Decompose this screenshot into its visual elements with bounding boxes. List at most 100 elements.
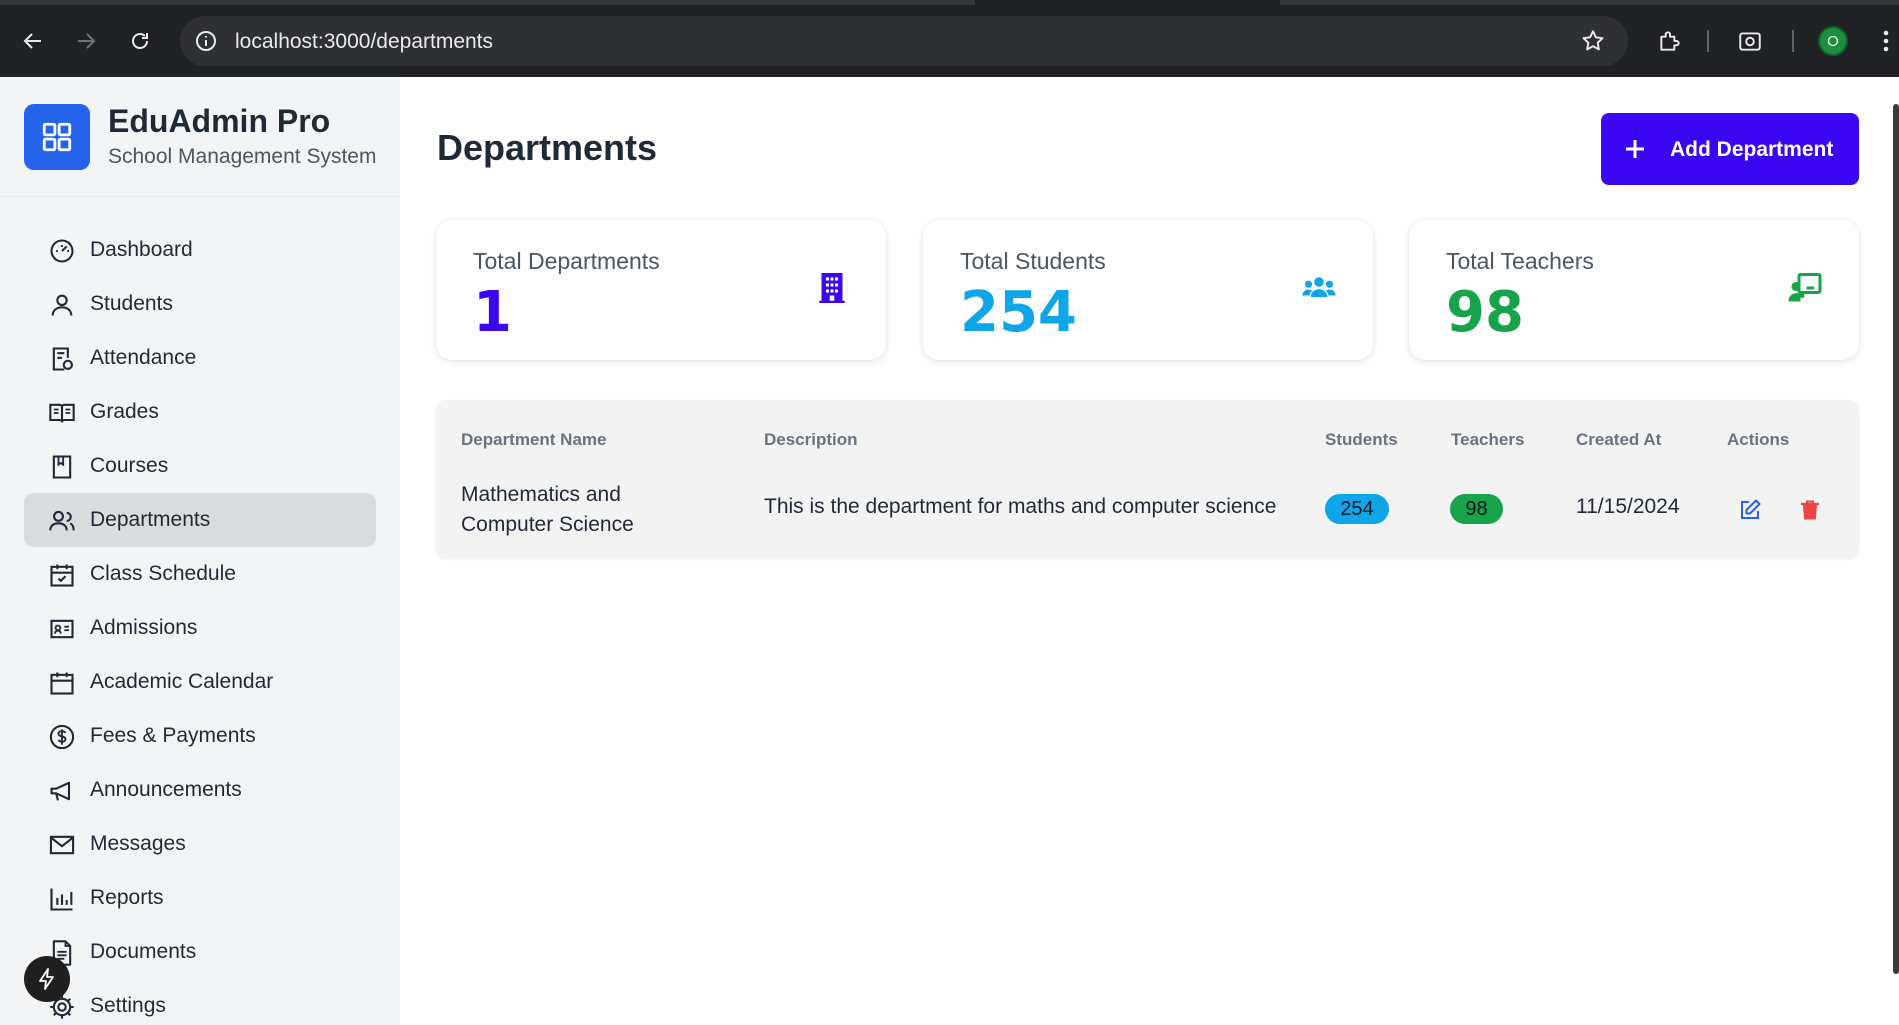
url-path: :3000/departments bbox=[317, 30, 494, 53]
arrow-left-icon bbox=[23, 33, 41, 49]
dollar-icon bbox=[48, 723, 76, 751]
bookmark-icon bbox=[48, 453, 76, 481]
page-scrollbar[interactable] bbox=[1893, 104, 1899, 974]
students-count: 254 bbox=[1340, 497, 1374, 520]
column-header-actions: Actions bbox=[1727, 430, 1790, 449]
teacher-board-icon bbox=[1788, 273, 1822, 302]
group-icon bbox=[1302, 277, 1336, 297]
sidebar-item-announcements[interactable]: Announcements bbox=[24, 763, 376, 817]
plus-icon bbox=[1626, 140, 1644, 158]
sidebar-item-fees-payments[interactable]: Fees & Payments bbox=[24, 709, 376, 763]
toolbar-divider bbox=[1707, 30, 1709, 52]
screenshot-button[interactable] bbox=[1733, 24, 1767, 58]
sidebar-nav: Dashboard Students Attendance Grades Cou… bbox=[24, 223, 376, 1025]
sidebar-item-label: Students bbox=[90, 292, 173, 315]
teachers-count-badge: 98 bbox=[1450, 494, 1503, 524]
sidebar-item-label: Messages bbox=[90, 832, 186, 855]
sidebar-item-settings[interactable]: Settings bbox=[24, 979, 376, 1025]
edit-icon[interactable] bbox=[1738, 498, 1762, 522]
departments-table: Department Name Description Students Tea… bbox=[436, 400, 1859, 558]
department-description: This is the department for maths and com… bbox=[764, 495, 1277, 518]
sidebar-item-label: Settings bbox=[90, 994, 166, 1017]
column-header-students[interactable]: Students bbox=[1325, 430, 1398, 450]
students-count-badge: 254 bbox=[1325, 494, 1389, 524]
stat-value: 98 bbox=[1446, 280, 1524, 345]
sidebar-item-label: Dashboard bbox=[90, 238, 193, 261]
profile-initial: O bbox=[1827, 32, 1839, 50]
active-tab[interactable] bbox=[975, 0, 1280, 5]
puzzle-icon bbox=[1660, 31, 1680, 51]
more-vertical-icon bbox=[1883, 30, 1889, 52]
created-at: 11/15/2024 bbox=[1576, 495, 1680, 518]
sidebar: EduAdmin Pro School Management System Da… bbox=[0, 77, 400, 1025]
sidebar-item-label: Reports bbox=[90, 886, 164, 909]
sidebar-item-courses[interactable]: Courses bbox=[24, 439, 376, 493]
sidebar-item-label: Grades bbox=[90, 400, 159, 423]
reload-icon bbox=[132, 33, 148, 49]
stat-card-students: Total Students 254 bbox=[923, 220, 1373, 360]
brand-title: EduAdmin Pro bbox=[108, 103, 331, 139]
camera-icon bbox=[1739, 32, 1761, 51]
sidebar-item-grades[interactable]: Grades bbox=[24, 385, 376, 439]
clipboard-icon bbox=[48, 345, 76, 373]
lightning-icon bbox=[39, 968, 54, 990]
sidebar-item-academic-calendar[interactable]: Academic Calendar bbox=[24, 655, 376, 709]
sidebar-item-label: Academic Calendar bbox=[90, 670, 274, 693]
column-header-name[interactable]: Department Name bbox=[461, 430, 607, 450]
sidebar-item-dashboard[interactable]: Dashboard bbox=[24, 223, 376, 277]
sidebar-item-students[interactable]: Students bbox=[24, 277, 376, 331]
grid-icon bbox=[42, 122, 72, 152]
department-name-line: Mathematics and bbox=[461, 483, 621, 506]
profile-avatar[interactable]: O bbox=[1818, 26, 1848, 56]
mail-icon bbox=[48, 831, 76, 859]
dev-tools-button[interactable] bbox=[24, 956, 70, 1002]
sidebar-item-label: Admissions bbox=[90, 616, 198, 639]
stat-card-departments: Total Departments 1 bbox=[436, 220, 886, 360]
column-header-teachers[interactable]: Teachers bbox=[1451, 430, 1524, 450]
address-bar[interactable]: localhost:3000/departments bbox=[180, 16, 1628, 66]
back-button[interactable] bbox=[16, 24, 50, 58]
reload-button[interactable] bbox=[123, 24, 157, 58]
id-card-icon bbox=[48, 615, 76, 643]
browser-menu-button[interactable] bbox=[1876, 24, 1896, 58]
stat-value: 1 bbox=[473, 280, 512, 345]
calendar-icon bbox=[48, 669, 76, 697]
page-title: Departments bbox=[437, 127, 658, 168]
sidebar-item-label: Courses bbox=[90, 454, 169, 477]
brand-logo[interactable] bbox=[24, 104, 90, 170]
sidebar-item-label: Fees & Payments bbox=[90, 724, 256, 747]
sidebar-item-reports[interactable]: Reports bbox=[24, 871, 376, 925]
arrow-right-icon bbox=[78, 33, 96, 49]
url-host: localhost bbox=[235, 30, 318, 53]
main-content: Departments Add Department Total Departm… bbox=[400, 77, 1899, 1025]
bookmark-star-icon[interactable] bbox=[1580, 28, 1606, 54]
sidebar-item-departments[interactable]: Departments bbox=[24, 493, 376, 547]
user-icon bbox=[48, 291, 76, 319]
url-text[interactable]: localhost:3000/departments bbox=[235, 30, 493, 54]
sidebar-item-label: Attendance bbox=[90, 346, 197, 369]
forward-button[interactable] bbox=[69, 24, 103, 58]
calendar-check-icon bbox=[48, 561, 76, 589]
brand-subtitle: School Management System bbox=[108, 145, 377, 168]
sidebar-item-class-schedule[interactable]: Class Schedule bbox=[24, 547, 376, 601]
sidebar-item-attendance[interactable]: Attendance bbox=[24, 331, 376, 385]
sidebar-item-label: Documents bbox=[90, 940, 197, 963]
trash-icon[interactable] bbox=[1798, 498, 1822, 522]
speedometer-icon bbox=[48, 237, 76, 265]
extensions-button[interactable] bbox=[1653, 24, 1687, 58]
megaphone-icon bbox=[48, 777, 76, 805]
column-header-created-at[interactable]: Created At bbox=[1576, 430, 1661, 450]
sidebar-item-label: Announcements bbox=[90, 778, 242, 801]
column-header-description[interactable]: Description bbox=[764, 430, 858, 450]
sidebar-item-label: Departments bbox=[90, 508, 211, 531]
add-department-button[interactable]: Add Department bbox=[1601, 113, 1859, 185]
info-icon[interactable] bbox=[194, 29, 218, 53]
add-department-label: Add Department bbox=[1670, 138, 1834, 161]
sidebar-item-documents[interactable]: Documents bbox=[24, 925, 376, 979]
stat-label: Total Departments bbox=[473, 248, 660, 274]
sidebar-item-admissions[interactable]: Admissions bbox=[24, 601, 376, 655]
users-icon bbox=[48, 507, 76, 535]
sidebar-item-messages[interactable]: Messages bbox=[24, 817, 376, 871]
stat-value: 254 bbox=[960, 280, 1077, 345]
building-icon bbox=[819, 273, 845, 303]
